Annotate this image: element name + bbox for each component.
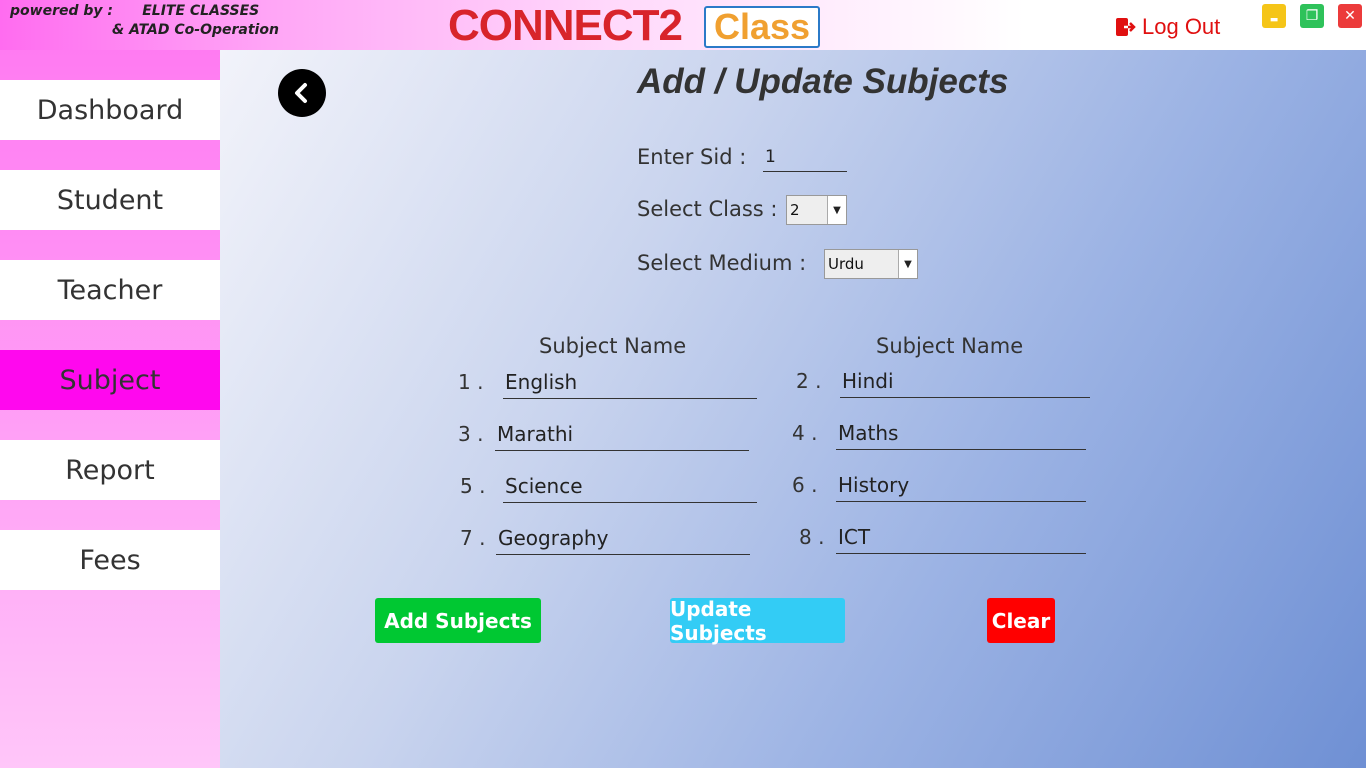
add-subjects-button[interactable]: Add Subjects: [375, 598, 541, 643]
chevron-left-icon: [295, 83, 307, 103]
back-button[interactable]: [278, 69, 326, 117]
medium-label: Select Medium :: [637, 251, 807, 275]
subject-number-1: 1 .: [458, 370, 484, 394]
subject-input-5[interactable]: [503, 472, 757, 503]
sid-label: Enter Sid :: [637, 145, 747, 169]
sidebar-item-dashboard[interactable]: Dashboard: [0, 80, 220, 140]
subject-name-header-2: Subject Name: [876, 334, 1024, 358]
subject-number-7: 7 .: [460, 526, 486, 550]
class-select[interactable]: 2 ▼: [786, 195, 847, 225]
logo-class: Class: [704, 6, 820, 48]
top-bar: powered by : ELITE CLASSES & ATAD Co-Ope…: [0, 0, 1366, 50]
close-icon: ✕: [1344, 8, 1356, 24]
minimize-button[interactable]: ▬: [1262, 4, 1286, 28]
powered-by-line1: powered by : ELITE CLASSES: [10, 3, 260, 19]
close-button[interactable]: ✕: [1338, 4, 1362, 28]
minimize-icon: ▬: [1269, 15, 1279, 25]
subject-number-6: 6 .: [792, 473, 818, 497]
subject-input-4[interactable]: [836, 419, 1086, 450]
clear-button[interactable]: Clear: [987, 598, 1055, 643]
sid-input[interactable]: [763, 145, 847, 172]
logo-connect2: CONNECT2: [448, 1, 683, 50]
sidebar-item-fees[interactable]: Fees: [0, 530, 220, 590]
subject-number-3: 3 .: [458, 422, 484, 446]
subject-number-2: 2 .: [796, 369, 822, 393]
chevron-down-icon: ▼: [827, 196, 846, 224]
update-subjects-button[interactable]: Update Subjects: [670, 597, 845, 645]
subject-input-2[interactable]: [840, 367, 1090, 398]
medium-select[interactable]: Urdu ▼: [824, 249, 918, 279]
page-title: Add / Update Subjects: [637, 62, 1009, 101]
subject-input-3[interactable]: [495, 420, 749, 451]
subject-number-8: 8 .: [799, 525, 825, 549]
restore-button[interactable]: ❐: [1300, 4, 1324, 28]
medium-select-value: Urdu: [828, 255, 864, 273]
logout-button[interactable]: Log Out: [1114, 12, 1220, 42]
chevron-down-icon: ▼: [898, 250, 917, 278]
powered-by-line2: & ATAD Co-Operation: [112, 22, 279, 38]
subject-input-7[interactable]: [496, 524, 750, 555]
subject-name-header-1: Subject Name: [539, 334, 687, 358]
subject-number-4: 4 .: [792, 421, 818, 445]
logout-label: Log Out: [1142, 14, 1221, 39]
sidebar: Dashboard Student Teacher Subject Report…: [0, 50, 220, 768]
subject-input-6[interactable]: [836, 471, 1086, 502]
subject-input-1[interactable]: [503, 368, 757, 399]
class-select-value: 2: [790, 201, 800, 219]
sidebar-item-subject[interactable]: Subject: [0, 350, 220, 410]
subject-input-8[interactable]: [836, 523, 1086, 554]
class-label: Select Class :: [637, 197, 778, 221]
sidebar-item-report[interactable]: Report: [0, 440, 220, 500]
sidebar-item-student[interactable]: Student: [0, 170, 220, 230]
sidebar-item-teacher[interactable]: Teacher: [0, 260, 220, 320]
subject-number-5: 5 .: [460, 474, 486, 498]
restore-icon: ❐: [1305, 8, 1319, 24]
logout-icon: [1116, 18, 1136, 36]
